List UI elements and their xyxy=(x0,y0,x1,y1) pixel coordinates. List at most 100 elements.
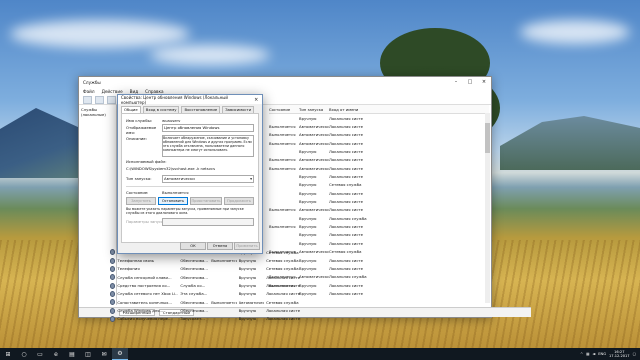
dialog-titlebar[interactable]: Свойства: Центр обновления Windows (Лока… xyxy=(118,95,262,105)
table-row[interactable]: Служба сетевого нет Xbox Li... Эта служба… xyxy=(110,290,300,298)
tab-general[interactable]: Общие xyxy=(121,106,141,113)
tab-dependencies[interactable]: Зависимости xyxy=(222,106,255,113)
edge-icon[interactable]: e xyxy=(48,348,64,360)
language-indicator[interactable]: ENG xyxy=(598,352,606,356)
table-row[interactable]: Служба сенсорной клави... Обеспечива... Вр… xyxy=(110,273,300,281)
table-row[interactable]: Вручную Сетевая служба xyxy=(269,181,489,189)
cell-startup: Автоматически xyxy=(299,274,329,280)
description-field[interactable]: Включает обнаружение, скачивание и устан… xyxy=(162,135,254,157)
pause-button[interactable]: Приостановить xyxy=(190,197,222,205)
ok-button[interactable]: ОК xyxy=(180,242,206,250)
forward-button[interactable] xyxy=(95,95,104,104)
display-name-field[interactable]: Центр обновления Windows xyxy=(162,124,254,132)
cell-logon: Локальная систе xyxy=(329,115,363,121)
maximize-icon[interactable]: □ xyxy=(463,77,477,87)
table-row[interactable]: Выполняется Автоматически Локальная систе xyxy=(269,122,489,130)
table-row[interactable]: Выполняется Автоматически Локальная систе xyxy=(269,131,489,139)
cell-description: Обеспечива... xyxy=(180,299,208,305)
cell-name: События получения нере... xyxy=(117,316,172,322)
table-row[interactable]: Выполняется Автоматически Локальная систе xyxy=(269,139,489,147)
table-row[interactable]: Вручную Локальная систе xyxy=(269,147,489,155)
gear-icon xyxy=(110,315,116,322)
table-row[interactable]: Телефония Обеспечива... Вручную Сетевая слу… xyxy=(110,265,300,273)
cloud xyxy=(10,20,190,48)
task-view-icon[interactable]: ▭ xyxy=(32,348,48,360)
scroll-thumb[interactable] xyxy=(485,123,490,153)
display-name-label: Отображаемое имя: xyxy=(126,125,157,135)
table-row[interactable]: Вручную Локальная служба xyxy=(269,214,489,222)
close-icon[interactable]: × xyxy=(250,97,262,103)
cancel-button[interactable]: Отмена xyxy=(207,242,233,250)
start-button[interactable]: Запустить xyxy=(126,197,156,205)
table-row[interactable]: Вручную Локальная систе xyxy=(269,231,489,239)
tab-recovery[interactable]: Восстановление xyxy=(181,106,221,113)
table-row[interactable]: Вручную Локальная систе xyxy=(269,264,489,272)
services-app-icon[interactable]: ⚙ xyxy=(112,348,128,360)
dialog-tabs: Общие Вход в систему Восстановление Зави… xyxy=(118,104,262,113)
search-icon[interactable]: ○ xyxy=(16,348,32,360)
notifications-icon[interactable]: ▢ xyxy=(633,352,636,356)
menu-file[interactable]: Файл xyxy=(83,89,95,94)
col-state[interactable]: Состояние xyxy=(269,107,299,112)
volume-icon[interactable]: ◄ xyxy=(593,352,596,356)
cell-startup: Вручную xyxy=(238,308,257,314)
close-icon[interactable]: × xyxy=(477,77,491,87)
col-logon[interactable]: Вход от имени xyxy=(329,107,389,112)
mail-icon[interactable]: ✉ xyxy=(96,348,112,360)
table-row[interactable]: Вручную Локальная систе xyxy=(269,197,489,205)
table-row[interactable]: Вручную Локальная систе xyxy=(269,289,489,297)
cell-startup: Автоматически xyxy=(299,157,329,163)
apply-button[interactable]: Применить xyxy=(234,242,260,250)
cell-logon: Локальная систе xyxy=(329,124,363,130)
table-row[interactable]: Выполняется Автоматически Локальная систе xyxy=(269,156,489,164)
table-row[interactable]: Вручную Локальная систе xyxy=(269,239,489,247)
resume-button[interactable]: Продолжить xyxy=(224,197,254,205)
cell-logon: Сетевая служба xyxy=(266,258,299,264)
cell-startup: Вручную xyxy=(299,257,317,263)
table-row[interactable]: Сопоставитель конечных... Обеспечива... Вы… xyxy=(110,298,300,306)
col-startup[interactable]: Тип запуска xyxy=(299,107,329,112)
table-row[interactable]: Выполняется Автоматически Локальная систе xyxy=(269,164,489,172)
table-row[interactable]: Служба Windows для... Обеспечива... Вручну… xyxy=(110,306,300,314)
network-icon[interactable]: ▦ xyxy=(586,352,589,356)
table-row[interactable]: Телефонная связь Обеспечива... Выполняется… xyxy=(110,256,300,264)
state-label: Состояние: xyxy=(126,190,149,195)
startup-type-select[interactable]: Автоматически ▾ xyxy=(162,175,254,183)
start-params-label: Параметры запуска: xyxy=(126,219,168,224)
services-titlebar[interactable]: Службы – □ × xyxy=(79,77,491,87)
clock[interactable]: 16:27 17.12.2017 xyxy=(609,350,630,358)
menu-action[interactable]: Действие xyxy=(102,89,123,94)
table-row[interactable]: Выполняется Автоматически Сетевая служба xyxy=(269,248,489,256)
explorer-icon[interactable]: ▤ xyxy=(64,348,80,360)
cell-logon: Локальная служба xyxy=(329,274,367,280)
table-row[interactable]: Вручную Локальная систе xyxy=(269,114,489,122)
start-params-field[interactable] xyxy=(162,218,254,226)
mountain xyxy=(0,108,90,178)
table-row[interactable]: Выполняется Автоматически Локальная систе xyxy=(269,206,489,214)
store-icon[interactable]: ◫ xyxy=(80,348,96,360)
up-button[interactable] xyxy=(107,95,116,104)
chevron-up-icon[interactable]: ^ xyxy=(580,352,583,356)
back-button[interactable] xyxy=(83,95,92,104)
table-row[interactable]: Вручную Локальная систе xyxy=(269,189,489,197)
table-row[interactable]: Средство построения ко... Служба ко... Вру… xyxy=(110,281,300,289)
menu-help[interactable]: Справка xyxy=(145,89,163,94)
cell-logon: Локальная систе xyxy=(329,190,363,196)
table-row[interactable]: Выполняется Вручную Локальная систе xyxy=(269,222,489,230)
vertical-scrollbar[interactable] xyxy=(485,113,490,303)
table-row[interactable]: Вручную Локальная систе xyxy=(269,256,489,264)
minimize-icon[interactable]: – xyxy=(449,77,463,87)
tree-item-services[interactable]: Службы (локальные) xyxy=(81,107,106,117)
table-row[interactable]: Выполняется Вручную Локальная систе xyxy=(269,281,489,289)
properties-dialog: Свойства: Центр обновления Windows (Лока… xyxy=(117,94,263,254)
table-row[interactable]: Выполняется Автоматически Локальная служба xyxy=(269,273,489,281)
cell-description: Обеспечива... xyxy=(180,274,208,280)
start-windows-icon[interactable]: ⊞ xyxy=(0,348,16,360)
tab-logon[interactable]: Вход в систему xyxy=(142,106,180,113)
stop-button[interactable]: Остановить xyxy=(158,197,188,205)
cell-name: Средство построения ко... xyxy=(117,283,171,289)
menu-view[interactable]: Вид xyxy=(130,89,139,94)
table-row[interactable]: Вручную Локальная систе xyxy=(269,172,489,180)
table-row[interactable]: События получения нере... Запускает... Вру… xyxy=(110,315,300,323)
mountain xyxy=(500,116,640,170)
